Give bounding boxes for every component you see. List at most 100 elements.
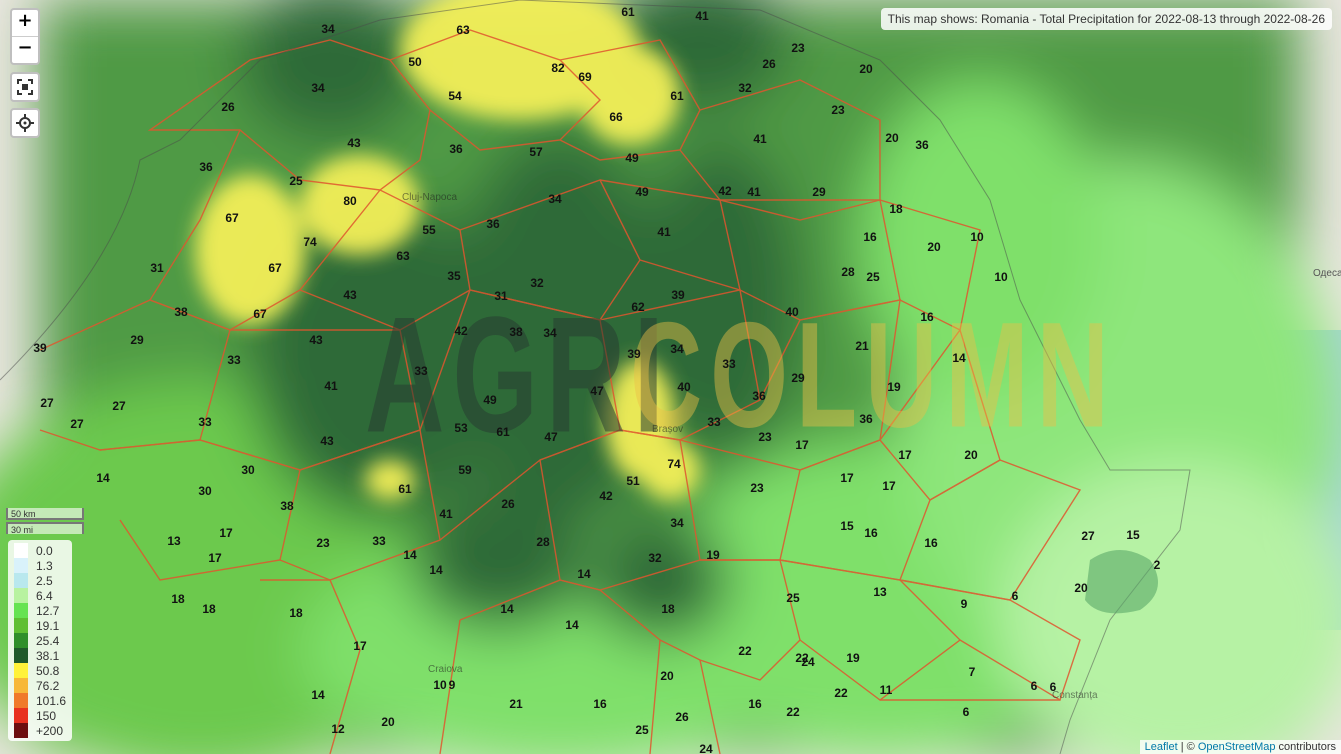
precipitation-value: 16	[748, 697, 762, 711]
precipitation-value: 9	[960, 597, 968, 611]
precipitation-value: 16	[924, 536, 938, 550]
fullscreen-button[interactable]	[10, 72, 40, 102]
attribution: Leaflet | © OpenStreetMap contributors	[1139, 740, 1341, 754]
precipitation-value: 25	[866, 270, 880, 284]
precipitation-value: 20	[381, 715, 395, 729]
precipitation-value: 34	[543, 326, 557, 340]
legend-swatch	[14, 558, 28, 573]
legend-swatch	[14, 648, 28, 663]
precipitation-value: 38	[280, 499, 294, 513]
precipitation-value: 51	[626, 474, 640, 488]
precipitation-value: 18	[202, 602, 216, 616]
precipitation-value: 27	[70, 417, 84, 431]
legend-label: 150	[36, 708, 57, 723]
precipitation-value: 43	[309, 333, 323, 347]
precipitation-value: 47	[544, 430, 558, 444]
fullscreen-icon	[17, 79, 33, 95]
precipitation-value: 20	[660, 669, 674, 683]
precipitation-value: 27	[1081, 529, 1095, 543]
precipitation-map[interactable]: AGRI COLUMN 34 63 61 41 23 26 20 50 82 69 61 32 34 54…	[0, 0, 1341, 754]
precipitation-value: 27	[40, 396, 54, 410]
precipitation-value: 47	[590, 384, 604, 398]
locate-button[interactable]	[10, 108, 40, 138]
precipitation-value: 26	[675, 710, 689, 724]
precipitation-value: 31	[494, 289, 508, 303]
precipitation-value: 61	[670, 89, 684, 103]
precipitation-value: 16	[863, 230, 877, 244]
precipitation-value: 11	[879, 683, 893, 697]
precipitation-value: 17	[882, 479, 896, 493]
legend-row: 25.4	[14, 633, 72, 648]
leaflet-link[interactable]: Leaflet	[1145, 741, 1178, 753]
precipitation-value: 14	[500, 602, 514, 616]
precipitation-value: 17	[208, 551, 222, 565]
precipitation-value: 14	[952, 351, 966, 365]
precipitation-value: 41	[747, 185, 761, 199]
precipitation-value: 17	[898, 448, 912, 462]
precipitation-value: 16	[864, 526, 878, 540]
precipitation-value: 61	[621, 5, 635, 19]
precipitation-value: 25	[289, 174, 303, 188]
precipitation-value: 20	[885, 131, 899, 145]
precipitation-value: 36	[752, 389, 766, 403]
precipitation-value: 41	[753, 132, 767, 146]
precipitation-value: 36	[859, 412, 873, 426]
precipitation-value: 55	[422, 223, 436, 237]
zoom-in-button[interactable]: +	[12, 10, 38, 36]
place-label: Cluj-Napoca	[402, 192, 458, 203]
precipitation-value: 28	[536, 535, 550, 549]
precipitation-value: 25	[786, 591, 800, 605]
precipitation-value: 33	[198, 415, 212, 429]
precipitation-value: 67	[225, 211, 239, 225]
place-label: Одеса	[1313, 268, 1341, 279]
precipitation-value: 49	[635, 185, 649, 199]
precipitation-value: 36	[486, 217, 500, 231]
precipitation-value: 12	[331, 722, 345, 736]
legend-row: 38.1	[14, 648, 72, 663]
precipitation-value: 38	[509, 325, 523, 339]
precipitation-value: 40	[785, 305, 799, 319]
precipitation-value: 33	[414, 364, 428, 378]
legend-label: 50.8	[36, 663, 60, 678]
precipitation-value: 57	[529, 145, 543, 159]
precipitation-value: 23	[758, 430, 772, 444]
precipitation-value: 9	[448, 678, 456, 692]
osm-link[interactable]: OpenStreetMap	[1198, 741, 1276, 753]
zoom-control: + −	[10, 8, 40, 65]
precipitation-value: 63	[456, 23, 470, 37]
precipitation-value: 23	[791, 41, 805, 55]
precipitation-value: 29	[791, 371, 805, 385]
precipitation-value: 15	[1126, 528, 1140, 542]
legend-swatch	[14, 708, 28, 723]
legend-label: 0.0	[36, 543, 53, 558]
precipitation-value: 23	[316, 536, 330, 550]
precipitation-value: 20	[964, 448, 978, 462]
precipitation-value: 41	[324, 379, 338, 393]
precipitation-value: 69	[578, 70, 592, 84]
legend-swatch	[14, 573, 28, 588]
precipitation-value: 2	[1153, 558, 1161, 572]
precipitation-legend: 0.0 1.3 2.5 6.4 12.7 19.1 25.4 38.1 50.8 76.2 101.…	[8, 540, 72, 741]
precipitation-value: 17	[219, 526, 233, 540]
watermark-column: COLUMN	[630, 291, 1117, 460]
zoom-out-button[interactable]: −	[12, 36, 38, 63]
legend-label: 12.7	[36, 603, 60, 618]
precipitation-value: 15	[840, 519, 854, 533]
precipitation-value: 41	[695, 9, 709, 23]
precipitation-value: 19	[706, 548, 720, 562]
precipitation-value: 33	[227, 353, 241, 367]
legend-row: 76.2	[14, 678, 72, 693]
precipitation-value: 31	[150, 261, 164, 275]
precipitation-value: 66	[609, 110, 623, 124]
precipitation-value: 14	[96, 471, 110, 485]
precipitation-value: 39	[671, 288, 685, 302]
precipitation-value: 13	[167, 534, 181, 548]
precipitation-value: 32	[648, 551, 662, 565]
precipitation-value: 34	[548, 192, 562, 206]
precipitation-value: 36	[199, 160, 213, 174]
precipitation-value: 54	[448, 89, 462, 103]
legend-label: 6.4	[36, 588, 53, 603]
map-title: This map shows: Romania - Total Precipit…	[880, 8, 1332, 30]
precipitation-value: 53	[454, 421, 468, 435]
precipitation-value: 61	[496, 425, 510, 439]
